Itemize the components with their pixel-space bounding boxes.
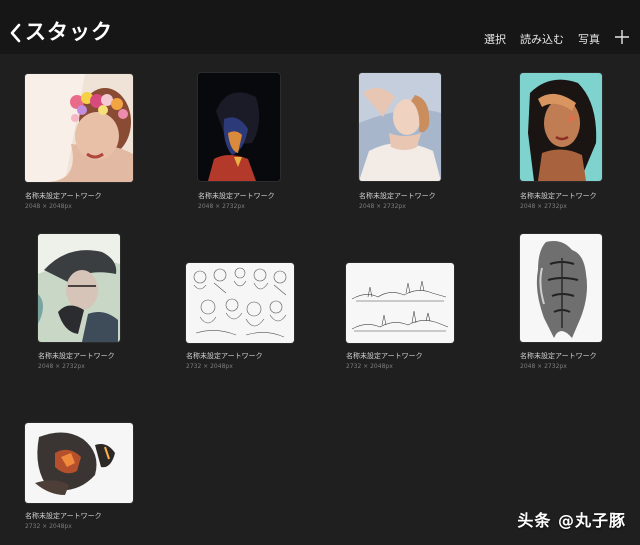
back-button[interactable]: スタック <box>9 22 113 43</box>
artwork-name: 名称未設定アートワーク <box>38 352 115 360</box>
artwork-thumbnail[interactable] <box>25 74 133 182</box>
top-bar: スタック 選択 読み込む 写真 <box>0 0 640 54</box>
artwork-size: 2732 × 2048px <box>346 363 393 370</box>
watermark: 头条 @丸子豚 <box>517 511 626 530</box>
chevron-left-icon <box>10 23 21 42</box>
artwork-size: 2048 × 2048px <box>25 203 72 210</box>
artwork-thumbnail[interactable] <box>520 234 602 342</box>
artwork-name: 名称未設定アートワーク <box>186 352 263 360</box>
artwork-thumbnail[interactable] <box>25 423 133 503</box>
artwork-size: 2048 × 2732px <box>520 203 567 210</box>
artwork-name: 名称未設定アートワーク <box>346 352 423 360</box>
artwork-name: 名称未設定アートワーク <box>25 192 102 200</box>
artwork-thumbnail[interactable] <box>186 263 294 343</box>
artwork-size: 2048 × 2732px <box>520 363 567 370</box>
artwork-size: 2048 × 2732px <box>38 363 85 370</box>
artwork-size: 2048 × 2732px <box>198 203 245 210</box>
select-button[interactable]: 選択 <box>484 34 506 45</box>
artwork-size: 2732 × 2048px <box>186 363 233 370</box>
artwork-thumbnail[interactable] <box>38 234 120 342</box>
photo-button[interactable]: 写真 <box>578 34 600 45</box>
toolbar-actions: 選択 読み込む 写真 <box>470 30 630 45</box>
artwork-name: 名称未設定アートワーク <box>520 352 597 360</box>
page-title: スタック <box>25 20 113 44</box>
artwork-size: 2732 × 2048px <box>25 523 72 530</box>
artwork-name: 名称未設定アートワーク <box>359 192 436 200</box>
artwork-size: 2048 × 2732px <box>359 203 406 210</box>
plus-icon <box>615 30 629 44</box>
artwork-thumbnail[interactable] <box>359 73 441 181</box>
import-button[interactable]: 読み込む <box>520 34 564 45</box>
new-canvas-button[interactable] <box>614 29 630 45</box>
artwork-name: 名称未設定アートワーク <box>25 512 102 520</box>
artwork-thumbnail[interactable] <box>346 263 454 343</box>
artwork-name: 名称未設定アートワーク <box>520 192 597 200</box>
artwork-thumbnail[interactable] <box>520 73 602 181</box>
artwork-name: 名称未設定アートワーク <box>198 192 275 200</box>
artwork-thumbnail[interactable] <box>198 73 280 181</box>
